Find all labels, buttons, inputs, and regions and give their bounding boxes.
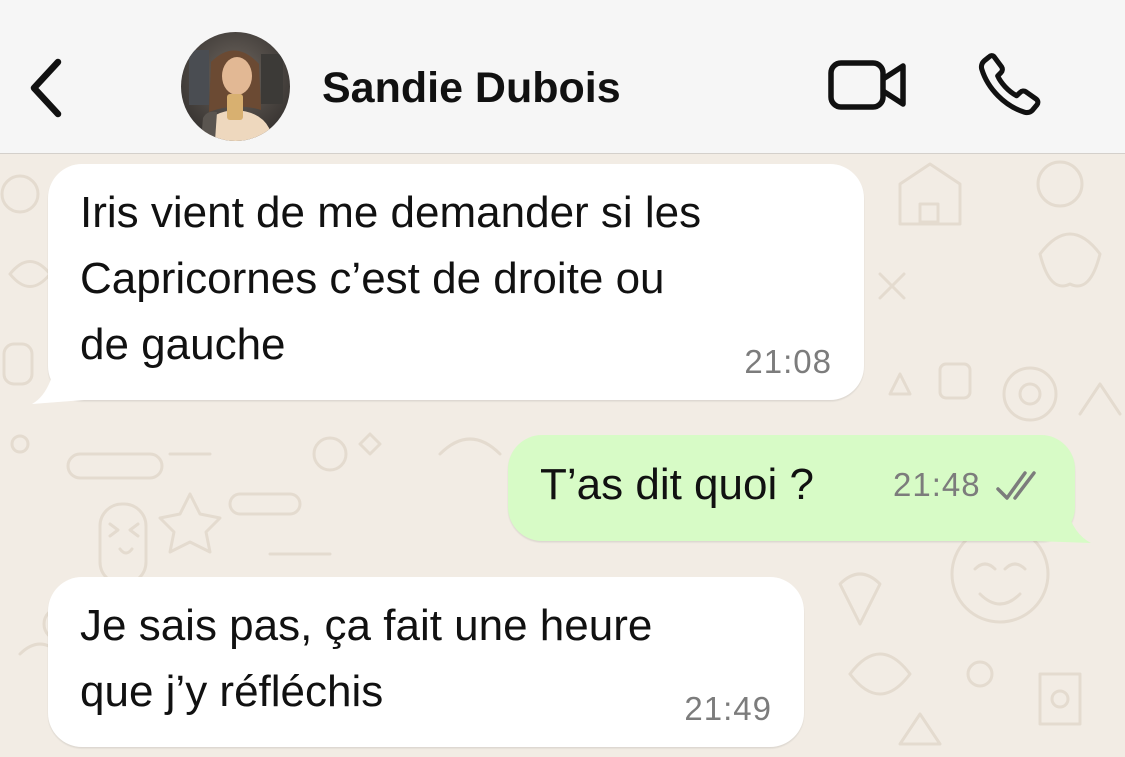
- message-line: Capricornes c’est de droite ou: [80, 254, 665, 303]
- message-timestamp: 21:49: [684, 690, 772, 727]
- back-button[interactable]: [18, 52, 74, 124]
- chevron-left-icon: [30, 58, 62, 118]
- message-text: T’as dit quoi ?: [540, 435, 814, 535]
- contact-name[interactable]: Sandie Dubois: [322, 60, 621, 116]
- contact-avatar[interactable]: [181, 32, 290, 141]
- bubble-tail: [32, 360, 84, 404]
- incoming-message[interactable]: Iris vient de me demander si les Caprico…: [32, 164, 864, 404]
- message-line: que j’y réfléchis: [80, 667, 384, 716]
- bubble-tail: [1035, 501, 1091, 543]
- message-text: Iris vient de me demander si les Caprico…: [80, 180, 701, 378]
- message-timestamp: 21:08: [744, 343, 832, 380]
- phone-icon: [978, 53, 1041, 116]
- video-camera-icon: [828, 60, 906, 110]
- incoming-message[interactable]: Je sais pas, ça fait une heure que j’y r…: [48, 577, 804, 747]
- message-timestamp: 21:48: [893, 466, 981, 503]
- message-text: Je sais pas, ça fait une heure que j’y r…: [80, 593, 652, 725]
- double-check-icon: [996, 471, 1036, 500]
- video-call-button[interactable]: [826, 54, 910, 116]
- chat-header: Sandie Dubois: [0, 0, 1125, 154]
- chat-screen: Sandie Dubois Iris vient de me demander …: [0, 0, 1125, 757]
- message-line: T’as dit quoi ?: [540, 460, 814, 509]
- message-list[interactable]: Iris vient de me demander si les Caprico…: [0, 154, 1125, 757]
- message-line: Iris vient de me demander si les: [80, 188, 702, 237]
- message-line: de gauche: [80, 320, 286, 369]
- voice-call-button[interactable]: [973, 48, 1047, 120]
- message-line: Je sais pas, ça fait une heure: [80, 601, 653, 650]
- outgoing-message[interactable]: T’as dit quoi ? 21:48: [508, 435, 1091, 543]
